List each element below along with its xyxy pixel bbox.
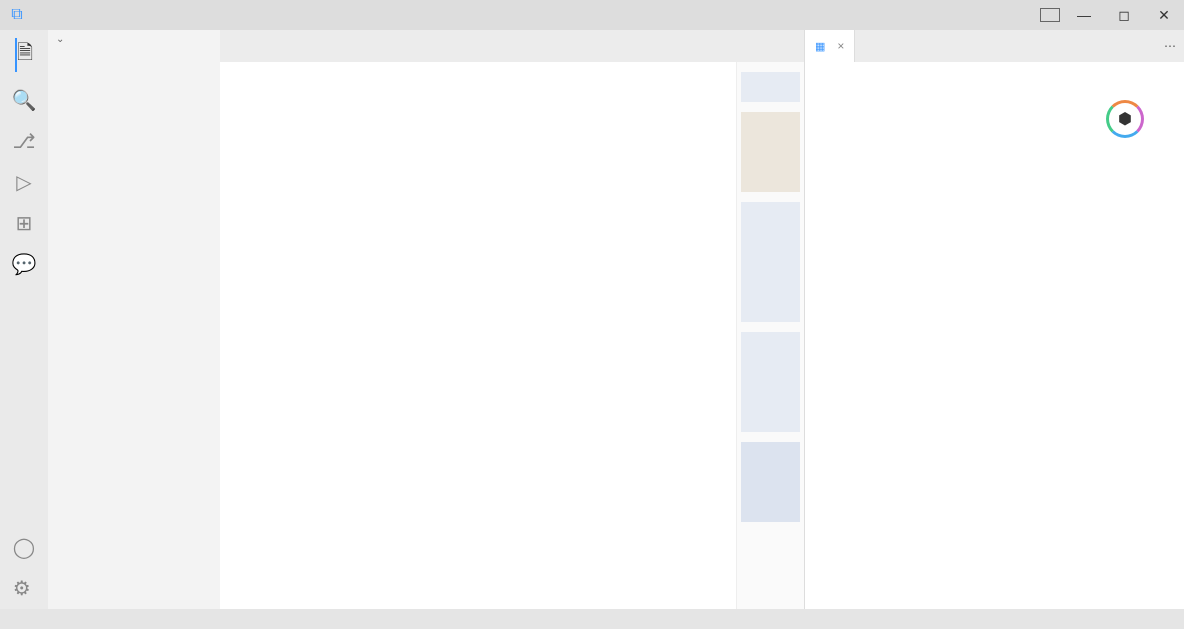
close-icon[interactable]: × (837, 39, 844, 53)
statusbar (0, 609, 1184, 629)
explorer-icon[interactable]: 🗎 (15, 38, 33, 72)
minimize-icon[interactable]: — (1064, 7, 1104, 24)
menu-edit[interactable] (52, 11, 68, 19)
search-icon[interactable]: 🔍 (12, 88, 37, 113)
code-editor[interactable] (220, 62, 804, 609)
menu-select[interactable] (70, 11, 86, 19)
menu-goto[interactable] (106, 11, 122, 19)
line-gutter (220, 62, 264, 609)
sidebar-header: ⌄ (48, 30, 220, 49)
menu-help[interactable] (160, 11, 176, 19)
close-icon[interactable]: ✕ (1144, 7, 1184, 24)
menu-bar (34, 11, 176, 19)
code-content[interactable] (264, 62, 736, 609)
vscode-icon: ⧉ (0, 6, 34, 24)
gear-icon[interactable]: ⚙ (13, 576, 35, 601)
minimap[interactable] (736, 62, 804, 609)
menu-run[interactable] (124, 11, 140, 19)
preview-tab[interactable]: ▦ × (805, 30, 855, 62)
scm-icon[interactable]: ⎇ (12, 129, 35, 154)
markdown-icon: ▦ (815, 40, 825, 53)
titlebar: ⧉ — ◻ ✕ (0, 0, 1184, 30)
file-tree (48, 49, 220, 53)
assistant-logo-icon[interactable]: ⬢ (1106, 100, 1144, 138)
account-icon[interactable]: ◯ (13, 535, 35, 560)
menu-view[interactable] (88, 11, 104, 19)
maximize-icon[interactable]: ◻ (1104, 7, 1144, 24)
editor-tabs (220, 30, 804, 62)
chevron-down-icon[interactable]: ⌄ (56, 34, 64, 45)
layout-icons[interactable] (1040, 8, 1060, 22)
feedback-icon[interactable]: 💬 (12, 252, 37, 277)
extensions-icon[interactable]: ⊞ (16, 211, 33, 236)
more-icon[interactable]: ⋯ (1164, 39, 1176, 53)
activity-bar: 🗎 🔍 ⎇ ▷ ⊞ 💬 ◯ ⚙ (0, 30, 48, 609)
menu-terminal[interactable] (142, 11, 158, 19)
menu-file[interactable] (34, 11, 50, 19)
sidebar: ⌄ (48, 30, 220, 609)
preview-body[interactable] (805, 62, 1184, 609)
debug-icon[interactable]: ▷ (16, 170, 31, 195)
